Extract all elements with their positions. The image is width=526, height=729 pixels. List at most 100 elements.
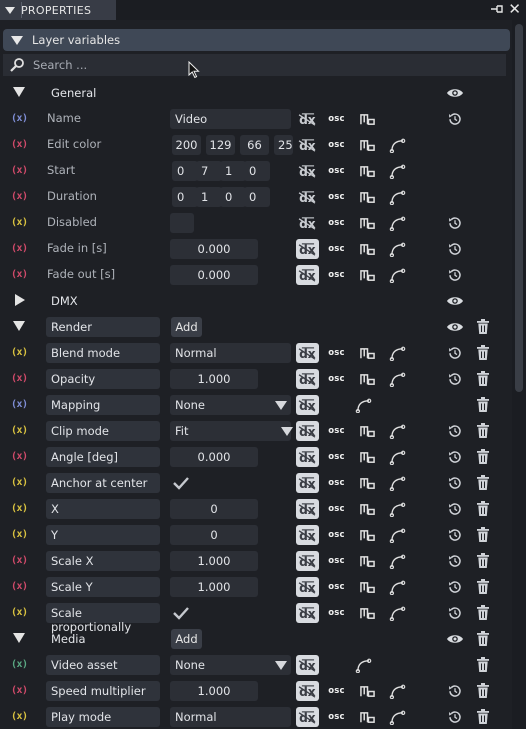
osc-button[interactable]: osc — [325, 447, 348, 467]
curve-button[interactable] — [386, 369, 409, 389]
checkmark-icon[interactable] — [170, 603, 192, 623]
trash-icon[interactable] — [477, 657, 489, 672]
osc-button[interactable]: osc — [325, 707, 348, 727]
osc-button[interactable]: osc — [325, 213, 348, 233]
chevron-down-icon[interactable] — [281, 427, 293, 436]
scale-x-input[interactable]: 1.000 — [170, 551, 258, 571]
mapping-button[interactable] — [356, 239, 379, 259]
duration-seconds-input[interactable]: 0 — [220, 187, 246, 207]
play-mode-select[interactable]: Normal — [170, 707, 291, 727]
reset-icon[interactable] — [448, 710, 462, 724]
expression-button[interactable] — [296, 447, 319, 467]
expression-button[interactable] — [296, 343, 319, 363]
curve-button[interactable] — [386, 343, 409, 363]
mapping-button[interactable] — [356, 577, 379, 597]
chevron-down-icon[interactable] — [275, 401, 287, 410]
opacity-input[interactable]: 1.000 — [170, 369, 258, 389]
panel-tab[interactable]: PROPERTIES — [0, 0, 116, 20]
expression-button[interactable] — [296, 655, 319, 675]
group-general[interactable]: General — [0, 80, 512, 106]
mapping-button[interactable] — [356, 421, 379, 441]
reset-icon[interactable] — [448, 450, 462, 464]
trash-icon[interactable] — [477, 345, 489, 360]
curve-button[interactable] — [386, 135, 409, 155]
mapping-button[interactable] — [356, 343, 379, 363]
osc-button[interactable]: osc — [325, 473, 348, 493]
reset-icon[interactable] — [448, 502, 462, 516]
osc-button[interactable]: osc — [325, 577, 348, 597]
trash-icon[interactable] — [477, 579, 489, 594]
mapping-button[interactable] — [356, 161, 379, 181]
color-g-input[interactable]: 129 — [206, 135, 235, 155]
expression-button[interactable] — [296, 161, 319, 181]
x-input[interactable]: 0 — [170, 499, 258, 519]
checkmark-icon[interactable] — [170, 473, 192, 493]
osc-button[interactable]: osc — [325, 681, 348, 701]
osc-button[interactable]: osc — [325, 109, 348, 129]
expression-button[interactable] — [296, 603, 319, 623]
reset-icon[interactable] — [448, 606, 462, 620]
curve-button[interactable] — [386, 161, 409, 181]
visibility-eye-icon[interactable] — [446, 294, 464, 308]
trash-icon[interactable] — [477, 709, 489, 724]
osc-button[interactable]: osc — [325, 343, 348, 363]
trash-icon[interactable] — [477, 631, 489, 646]
trash-icon[interactable] — [477, 553, 489, 568]
osc-button[interactable]: osc — [325, 369, 348, 389]
start-minutes-input[interactable]: 7 — [196, 161, 222, 181]
expand-icon[interactable] — [15, 294, 25, 306]
collapse-icon[interactable] — [13, 633, 25, 643]
search-input[interactable] — [33, 58, 333, 72]
trash-icon[interactable] — [477, 319, 489, 334]
collapse-icon[interactable] — [13, 321, 25, 331]
osc-button[interactable]: osc — [325, 239, 348, 259]
speed-input[interactable]: 1.000 — [170, 681, 258, 701]
curve-button[interactable] — [386, 577, 409, 597]
trash-icon[interactable] — [477, 449, 489, 464]
group-dmx[interactable]: DMX — [0, 288, 512, 314]
curve-button[interactable] — [386, 265, 409, 285]
group-render[interactable]: Render Add — [0, 314, 512, 340]
mapping-button[interactable] — [356, 109, 379, 129]
curve-button[interactable] — [386, 707, 409, 727]
mapping-button[interactable] — [356, 187, 379, 207]
mapping-button[interactable] — [356, 213, 379, 233]
curve-button[interactable] — [386, 239, 409, 259]
curve-button[interactable] — [386, 421, 409, 441]
color-b-input[interactable]: 66 — [240, 135, 269, 155]
scrollbar-thumb[interactable] — [515, 24, 523, 392]
trash-icon[interactable] — [477, 527, 489, 542]
layer-variables-header[interactable]: Layer variables — [3, 29, 510, 51]
mapping-button[interactable] — [356, 681, 379, 701]
video-asset-select[interactable]: None — [170, 655, 291, 675]
reset-icon[interactable] — [448, 372, 462, 386]
angle-input[interactable]: 0.000 — [170, 447, 258, 467]
expression-button[interactable] — [296, 551, 319, 571]
mapping-button[interactable] — [356, 135, 379, 155]
reset-icon[interactable] — [448, 112, 462, 126]
mapping-button[interactable] — [356, 499, 379, 519]
osc-button[interactable]: osc — [325, 187, 348, 207]
expression-button[interactable] — [296, 421, 319, 441]
mapping-button[interactable] — [356, 603, 379, 623]
expression-button[interactable] — [296, 369, 319, 389]
osc-button[interactable]: osc — [325, 551, 348, 571]
curve-button[interactable] — [386, 187, 409, 207]
add-button[interactable]: Add — [171, 629, 202, 649]
group-media[interactable]: Media Add — [0, 626, 512, 652]
expression-button[interactable] — [296, 577, 319, 597]
curve-button[interactable] — [386, 499, 409, 519]
fade-out-input[interactable]: 0.000 — [170, 265, 258, 285]
curve-button[interactable] — [386, 473, 409, 493]
collapse-icon[interactable] — [13, 87, 25, 97]
curve-button[interactable] — [386, 213, 409, 233]
reset-icon[interactable] — [448, 580, 462, 594]
expression-button[interactable] — [296, 395, 319, 415]
duration-hours-input[interactable]: 0 — [172, 187, 198, 207]
reset-icon[interactable] — [448, 554, 462, 568]
chevron-down-icon[interactable] — [275, 661, 287, 670]
clip-mode-select[interactable]: Fit — [170, 421, 293, 441]
panel-menu-icon[interactable] — [5, 6, 15, 14]
fade-in-input[interactable]: 0.000 — [170, 239, 258, 259]
close-icon[interactable]: ✕ — [508, 1, 521, 17]
